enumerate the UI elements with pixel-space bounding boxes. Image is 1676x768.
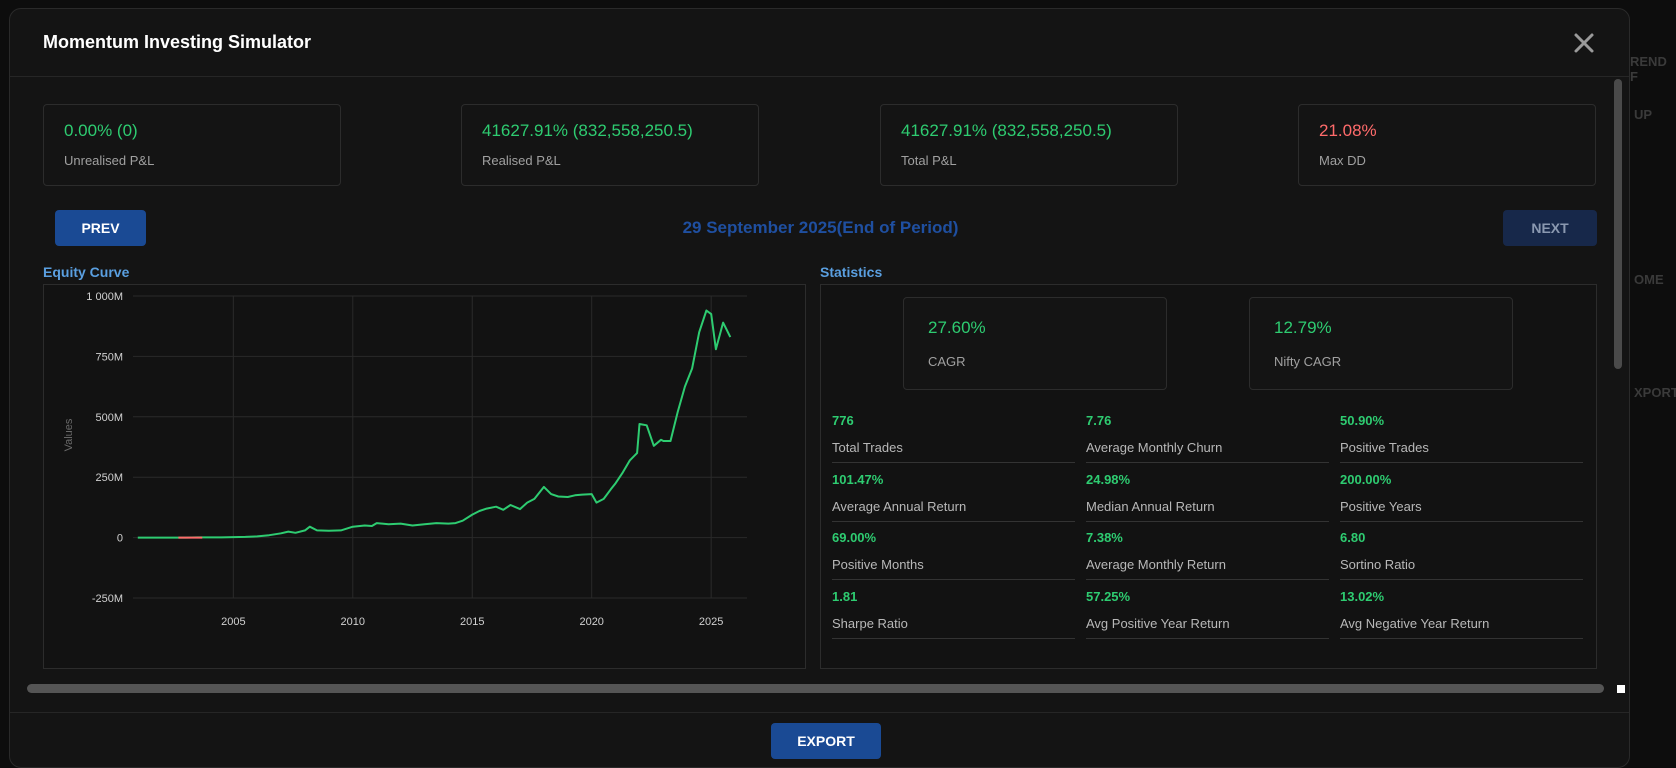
- nifty-cagr-card: 12.79% Nifty CAGR: [1249, 297, 1513, 390]
- stat-label: Median Annual Return: [1086, 499, 1215, 514]
- scrollbar-corner: [1617, 685, 1625, 693]
- kpi-value: 41627.91% (832,558,250.5): [482, 121, 693, 140]
- stat-item: 200.00% Positive Years: [1340, 472, 1583, 522]
- kpi-label: Realised P&L: [482, 153, 561, 168]
- stat-value: 1.81: [832, 589, 858, 604]
- y-tick-label: 1 000M: [86, 291, 123, 303]
- stat-label: Average Monthly Return: [1086, 557, 1226, 572]
- stat-value: 7.38%: [1086, 530, 1123, 545]
- stat-label: CAGR: [928, 354, 966, 369]
- stat-item: 57.25% Avg Positive Year Return: [1086, 589, 1329, 639]
- background-text-fragment: REND F: [1630, 54, 1667, 84]
- background-text-fragment: UP: [1634, 107, 1653, 122]
- equity-curve-title: Equity Curve: [43, 264, 130, 280]
- y-tick-label: -250M: [92, 593, 123, 605]
- kpi-value: 41627.91% (832,558,250.5): [901, 121, 1112, 140]
- background-text-fragment: XPORT: [1634, 385, 1676, 400]
- kpi-value: 0.00% (0): [64, 121, 138, 140]
- stat-label: Avg Positive Year Return: [1086, 616, 1230, 631]
- modal-body: 0.00% (0) Unrealised P&L 41627.91% (832,…: [10, 77, 1629, 707]
- modal-title: Momentum Investing Simulator: [43, 32, 312, 52]
- stat-item: 7.38% Average Monthly Return: [1086, 530, 1329, 580]
- kpi-label: Unrealised P&L: [64, 153, 155, 168]
- stat-value: 57.25%: [1086, 589, 1131, 604]
- stat-label: Total Trades: [832, 440, 903, 455]
- stat-value: 27.60%: [928, 318, 986, 337]
- stat-label: Positive Years: [1340, 499, 1422, 514]
- stat-value: 24.98%: [1086, 472, 1131, 487]
- x-tick-label: 2025: [699, 616, 723, 628]
- equity-chart: -250M 0 250M 500M 750M 1 000M 2005 2010 2015 2020…: [63, 291, 747, 628]
- stat-label: Positive Trades: [1340, 440, 1429, 455]
- stat-label: Average Monthly Churn: [1086, 440, 1223, 455]
- stat-label: Nifty CAGR: [1274, 354, 1342, 369]
- stat-label: Sharpe Ratio: [832, 616, 908, 631]
- x-tick-label: 2005: [221, 616, 245, 628]
- stat-value: 13.02%: [1340, 589, 1385, 604]
- stat-value: 6.80: [1340, 530, 1366, 545]
- export-button[interactable]: EXPORT: [771, 723, 881, 759]
- simulator-modal: Momentum Investing Simulator 0.00% (0) U…: [9, 8, 1630, 768]
- stat-label: Positive Months: [832, 557, 924, 572]
- footer-divider: [10, 712, 1629, 713]
- horizontal-scrollbar-thumb[interactable]: [27, 684, 1604, 693]
- kpi-card-realised: 41627.91% (832,558,250.5) Realised P&L: [461, 104, 759, 186]
- stat-label: Sortino Ratio: [1340, 557, 1416, 572]
- stat-value: 7.76: [1086, 413, 1112, 428]
- cagr-card: 27.60% CAGR: [903, 297, 1167, 390]
- stat-value: 101.47%: [832, 472, 884, 487]
- y-tick-label: 0: [117, 533, 123, 545]
- kpi-value: 21.08%: [1319, 121, 1377, 140]
- stat-item: 24.98% Median Annual Return: [1086, 472, 1329, 522]
- stat-item: 6.80 Sortino Ratio: [1340, 530, 1583, 580]
- x-tick-label: 2015: [460, 616, 484, 628]
- vertical-scrollbar-thumb[interactable]: [1614, 79, 1622, 369]
- stat-item: 13.02% Avg Negative Year Return: [1340, 589, 1583, 639]
- modal-header: Momentum Investing Simulator: [10, 9, 1629, 77]
- stat-item: 101.47% Average Annual Return: [832, 472, 1075, 522]
- y-tick-label: 250M: [95, 472, 123, 484]
- kpi-label: Total P&L: [901, 153, 957, 168]
- y-axis-label: Values: [63, 418, 75, 451]
- stat-item: 776 Total Trades: [832, 413, 1075, 463]
- statistics-title: Statistics: [820, 264, 883, 280]
- background-text-fragment: OME: [1634, 272, 1664, 287]
- series-line: [137, 309, 732, 539]
- stat-item: 69.00% Positive Months: [832, 530, 1075, 580]
- stat-value: 776: [832, 413, 854, 428]
- stat-value: 50.90%: [1340, 413, 1385, 428]
- stat-value: 12.79%: [1274, 318, 1332, 337]
- equity-chart-panel: -250M 0 250M 500M 750M 1 000M 2005 2010 2015 2020…: [43, 284, 806, 669]
- x-tick-label: 2020: [579, 616, 603, 628]
- stat-value: 69.00%: [832, 530, 877, 545]
- stat-value: 200.00%: [1340, 472, 1392, 487]
- kpi-card-max-dd: 21.08% Max DD: [1298, 104, 1596, 186]
- x-tick-label: 2010: [341, 616, 365, 628]
- y-tick-label: 500M: [95, 412, 123, 424]
- statistics-panel: 27.60% CAGR 12.79% Nifty CAGR 776 Total T…: [820, 284, 1597, 669]
- next-button[interactable]: NEXT: [1503, 210, 1597, 246]
- stat-item: 7.76 Average Monthly Churn: [1086, 413, 1329, 463]
- stat-item: 1.81 Sharpe Ratio: [832, 589, 1075, 639]
- kpi-card-total: 41627.91% (832,558,250.5) Total P&L: [880, 104, 1178, 186]
- stat-item: 50.90% Positive Trades: [1340, 413, 1583, 463]
- stat-label: Average Annual Return: [832, 499, 967, 514]
- period-label: 29 September 2025(End of Period): [682, 218, 959, 237]
- close-icon[interactable]: [1572, 31, 1596, 55]
- stat-label: Avg Negative Year Return: [1340, 616, 1490, 631]
- kpi-label: Max DD: [1319, 153, 1366, 168]
- kpi-card-unrealised: 0.00% (0) Unrealised P&L: [43, 104, 341, 186]
- y-tick-label: 750M: [95, 351, 123, 363]
